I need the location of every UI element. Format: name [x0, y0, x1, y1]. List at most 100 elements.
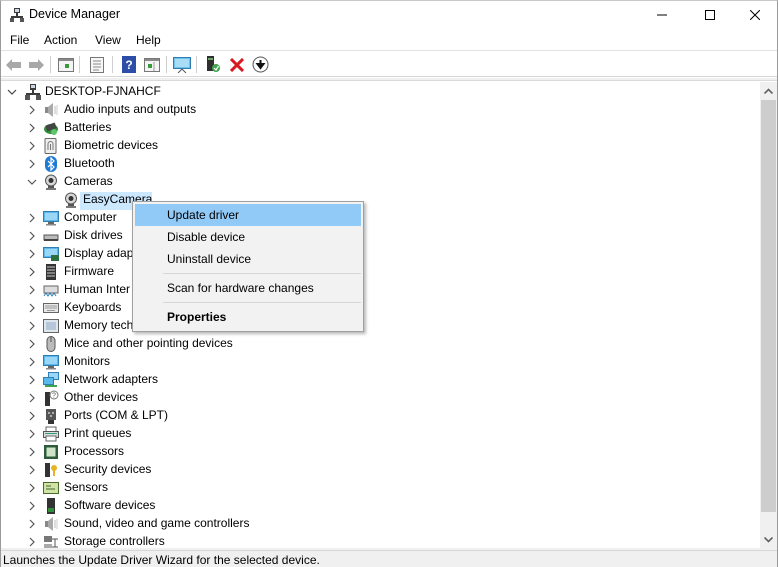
tree-category-label: Firmware [64, 264, 114, 278]
chevron-right-icon[interactable] [27, 285, 37, 295]
network-icon [43, 372, 59, 387]
chevron-right-icon[interactable] [27, 321, 37, 331]
tree-category-label: Keyboards [64, 300, 122, 314]
svg-text:?: ? [52, 393, 56, 400]
chevron-right-icon[interactable] [27, 105, 37, 115]
chevron-right-icon[interactable] [27, 429, 37, 439]
action-pane-button[interactable] [142, 55, 162, 74]
help-button[interactable]: ? [119, 55, 139, 74]
scroll-down-button[interactable] [760, 531, 777, 548]
scroll-thumb[interactable] [761, 100, 776, 512]
tree-category-label: Other devices [64, 390, 139, 404]
chevron-right-icon[interactable] [27, 519, 37, 529]
display-adapter-icon [43, 247, 59, 261]
tree-category-sound-video-and-game-controllers[interactable]: Sound, video and game controllers [1, 515, 301, 533]
chevron-right-icon[interactable] [27, 483, 37, 493]
chevron-right-icon[interactable] [27, 267, 37, 277]
status-text: Launches the Update Driver Wizard for th… [3, 553, 320, 567]
storage-controller-icon [44, 536, 58, 548]
sensor-icon [43, 482, 59, 494]
minimize-button[interactable] [639, 1, 685, 29]
scan-hardware-button[interactable] [172, 55, 192, 74]
tree-category-bluetooth[interactable]: Bluetooth [1, 155, 301, 173]
window-title: Device Manager [29, 7, 121, 21]
tree-category-other-devices[interactable]: ? Other devices [1, 389, 301, 407]
tree-category-audio-inputs-and-outputs[interactable]: Audio inputs and outputs [1, 101, 301, 119]
back-button[interactable] [4, 55, 24, 74]
tree-category-batteries[interactable]: Batteries [1, 119, 301, 137]
chevron-right-icon[interactable] [27, 411, 37, 421]
menu-view[interactable]: View [95, 33, 121, 47]
menu-help[interactable]: Help [136, 33, 161, 47]
monitor-scan-icon [173, 56, 191, 73]
chevron-right-icon[interactable] [27, 141, 37, 151]
context-menu-properties[interactable]: Properties [135, 306, 361, 328]
chevron-down-icon[interactable] [27, 177, 37, 187]
tree-category-ports-com-lpt[interactable]: Ports (COM & LPT) [1, 407, 301, 425]
tree-category-software-devices[interactable]: Software devices [1, 497, 301, 515]
tree-category-processors[interactable]: Processors [1, 443, 301, 461]
maximize-button[interactable] [687, 1, 733, 29]
tree-category-security-devices[interactable]: Security devices [1, 461, 301, 479]
tree-category-print-queues[interactable]: Print queues [1, 425, 301, 443]
device-manager-app-icon [10, 8, 24, 22]
tree-category-cameras[interactable]: Cameras [1, 173, 301, 191]
tree-root[interactable]: DESKTOP-FJNAHCF [1, 83, 301, 101]
red-x-icon [230, 57, 244, 72]
chevron-right-icon[interactable] [27, 447, 37, 457]
chevron-right-icon[interactable] [27, 357, 37, 367]
context-menu-separator [163, 302, 361, 303]
chevron-right-icon[interactable] [27, 537, 37, 547]
menu-file[interactable]: File [10, 33, 29, 47]
maximize-icon [705, 10, 715, 20]
scroll-up-button[interactable] [760, 82, 777, 99]
chevron-right-icon[interactable] [27, 375, 37, 385]
unknown-device-icon: ? [45, 390, 59, 406]
forward-button[interactable] [26, 55, 46, 74]
tree-category-mice-and-other-pointing-devices[interactable]: Mice and other pointing devices [1, 335, 301, 353]
chevron-right-icon[interactable] [27, 339, 37, 349]
chevron-down-icon[interactable] [7, 87, 17, 97]
update-driver-button[interactable] [250, 55, 270, 74]
vertical-scrollbar[interactable] [760, 82, 777, 548]
chevron-right-icon[interactable] [27, 249, 37, 259]
chevron-right-icon[interactable] [27, 501, 37, 511]
port-icon [46, 409, 56, 424]
chevron-right-icon[interactable] [27, 231, 37, 241]
speaker-icon [45, 103, 58, 117]
menu-action[interactable]: Action [44, 33, 77, 47]
chevron-right-icon[interactable] [27, 303, 37, 313]
chevron-right-icon[interactable] [27, 465, 37, 475]
tree-category-monitors[interactable]: Monitors [1, 353, 301, 371]
tree-category-storage-controllers[interactable]: Storage controllers [1, 533, 301, 548]
tree-category-label: Software devices [64, 498, 156, 512]
enable-device-button[interactable] [203, 55, 223, 74]
context-menu-update-driver[interactable]: Update driver [135, 204, 361, 226]
chevron-right-icon[interactable] [27, 159, 37, 169]
context-menu-disable-device[interactable]: Disable device [135, 226, 361, 248]
context-menu-scan-hardware[interactable]: Scan for hardware changes [135, 277, 361, 299]
context-menu: Update driver Disable device Uninstall d… [132, 201, 364, 332]
toolbar-separator [79, 56, 80, 73]
chevron-right-icon[interactable] [27, 213, 37, 223]
chevron-right-icon[interactable] [27, 123, 37, 133]
toolbar-separator [50, 56, 51, 73]
properties-button[interactable] [87, 55, 107, 74]
tree-category-sensors[interactable]: Sensors [1, 479, 301, 497]
console-tree-button[interactable] [56, 55, 76, 74]
context-menu-uninstall-device[interactable]: Uninstall device [135, 248, 361, 270]
enable-device-icon [207, 56, 220, 72]
tree-category-label: Memory tech [64, 318, 134, 332]
tree-category-label: Processors [64, 444, 125, 458]
uninstall-device-button[interactable] [227, 55, 247, 74]
webcam-icon [45, 174, 57, 190]
chevron-right-icon[interactable] [27, 393, 37, 403]
tree-category-biometric-devices[interactable]: Biometric devices [1, 137, 301, 155]
close-button[interactable] [732, 1, 778, 29]
title-bar: Device Manager [1, 1, 777, 29]
context-menu-label: Disable device [167, 230, 246, 244]
device-tree: DESKTOP-FJNAHCF Audio inputs and outputs… [1, 82, 760, 548]
tree-category-label: Bluetooth [64, 156, 115, 170]
tree-category-network-adapters[interactable]: Network adapters [1, 371, 301, 389]
tree-category-label: Computer [64, 210, 117, 224]
